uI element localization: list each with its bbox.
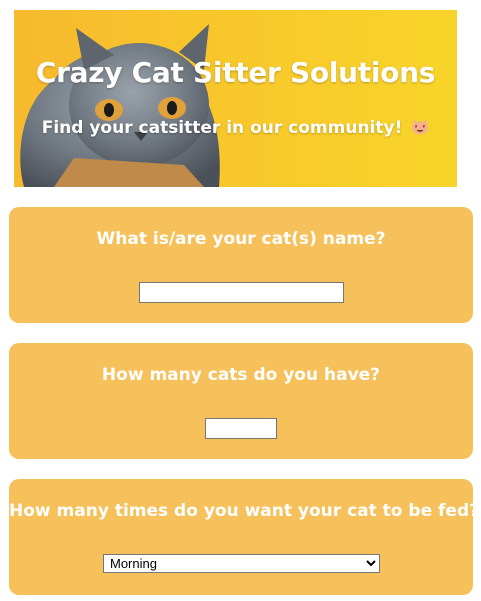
cat-photo [20,24,220,187]
feeding-card: How many times do you want your cat to b… [9,479,479,595]
page-title: Crazy Cat Sitter Solutions [35,56,436,89]
cat-count-input[interactable] [205,418,277,439]
hero-banner: Crazy Cat Sitter Solutions Find your cat… [14,10,457,187]
cat-name-card: What is/are your cat(s) name? [9,207,473,323]
cat-count-card: How many cats do you have? [9,343,473,459]
page-subtitle: Find your catsitter in our community! [14,118,457,138]
feeding-select[interactable]: Morning [103,554,380,573]
cat-name-question: What is/are your cat(s) name? [96,229,386,249]
cat-count-question: How many cats do you have? [101,365,381,385]
feeding-question: How many times do you want your cat to b… [9,501,479,521]
cat-name-input[interactable] [139,282,344,303]
subtitle-text: Find your catsitter in our community! [41,118,403,138]
heart-eyes-cat-emoji-icon [412,119,429,135]
